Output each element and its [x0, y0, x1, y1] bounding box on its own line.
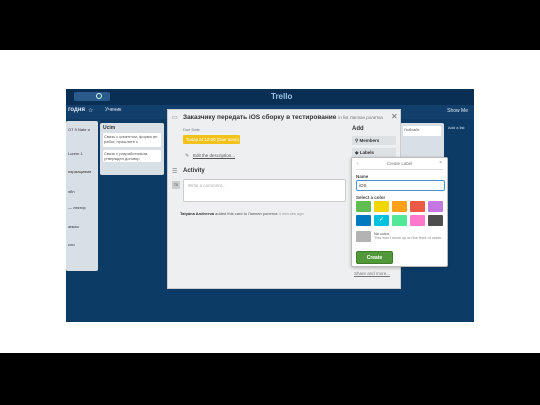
members-button[interactable]: ⚲ Members [352, 136, 396, 145]
no-color-swatch[interactable] [356, 231, 371, 242]
close-icon[interactable]: × [439, 160, 442, 166]
board-title[interactable]: годня [68, 107, 85, 113]
search-icon[interactable] [96, 93, 102, 99]
list-card[interactable]: Связь с клиентом, форма ин работ, прошли… [103, 133, 161, 147]
list-card[interactable]: Лобсайт [403, 126, 441, 136]
top-bar: Trello [66, 89, 474, 105]
search-input[interactable] [74, 92, 110, 101]
list-item[interactable]: эбн [68, 189, 98, 194]
feed-time[interactable]: 4 minutes ago [279, 211, 304, 216]
list-item[interactable]: анкая [68, 224, 98, 229]
select-color-label: Select a color [356, 195, 386, 200]
list-item[interactable]: — лектор [68, 205, 98, 210]
add-heading: Add [352, 126, 364, 132]
due-date-label: Due Date [183, 127, 200, 132]
feed-action: added this card to Лаппан ролетка [215, 211, 278, 216]
list-ucim: Ucim Связь с клиентом, форма ин работ, п… [100, 123, 164, 175]
color-swatch[interactable] [410, 215, 425, 226]
card-title[interactable]: Заказчику передать iOS сборку в тестиров… [183, 114, 383, 121]
members-button-label: Members [359, 138, 380, 143]
label-name-input[interactable] [356, 180, 445, 191]
edit-description-link[interactable]: Edit the description... [193, 153, 235, 158]
list-item[interactable]: пармациями [68, 169, 98, 174]
no-color-description: This won't show up on the front of cards… [374, 236, 443, 240]
card-icon: ▭ [172, 115, 178, 121]
list-item[interactable]: Lorem 1 [68, 151, 98, 156]
color-swatch[interactable] [428, 201, 443, 212]
feed-user[interactable]: Tatyana Andreeva [180, 211, 214, 216]
board-team[interactable]: Ученик [105, 107, 121, 113]
list-left: ОТ 9 Nate и Lorem 1 пармациями эбн — лек… [66, 121, 98, 271]
avatar[interactable]: TA [172, 181, 180, 189]
card-list-ref[interactable]: in list Лаппан ролетка [338, 115, 383, 120]
app-logo[interactable]: Trello [271, 92, 292, 101]
labels-button[interactable]: ◈ Labels [352, 148, 396, 157]
color-swatch[interactable] [374, 201, 389, 212]
comment-input[interactable]: Write a comment... [183, 179, 346, 202]
labels-button-label: Labels [359, 150, 374, 155]
share-and-more-link[interactable]: Share and more... [354, 271, 390, 276]
color-swatch[interactable] [428, 215, 443, 226]
show-menu-link[interactable]: Show Me [447, 108, 468, 114]
popover-title: Create Label [386, 161, 413, 166]
card-title-text[interactable]: Заказчику передать iOS сборку в тестиров… [183, 114, 336, 121]
color-swatch[interactable] [392, 201, 407, 212]
list-item[interactable]: ОТ 9 Nate и [68, 127, 98, 132]
name-label: Name [356, 174, 369, 179]
list-title[interactable]: Ucim [103, 125, 115, 131]
activity-icon: ☰ [172, 169, 178, 175]
star-icon[interactable]: ☆ [88, 107, 93, 114]
list-item[interactable]: сли [68, 242, 98, 247]
add-list-link[interactable]: Add a list [448, 125, 464, 130]
letterbox-top [0, 0, 540, 50]
activity-heading: Activity [183, 168, 205, 174]
color-swatch[interactable] [410, 201, 425, 212]
close-icon[interactable]: ✕ [391, 112, 398, 121]
color-swatch[interactable]: ✓ [374, 215, 389, 226]
divider [356, 169, 443, 170]
due-date-badge[interactable]: Today at 12:00 (Due soon) [183, 135, 240, 144]
create-button[interactable]: Create [356, 251, 393, 264]
create-label-popover: ‹ Create Label × Name Select a color ✓ N… [351, 157, 448, 267]
color-swatch[interactable] [392, 215, 407, 226]
color-swatch[interactable] [356, 201, 371, 212]
color-swatch[interactable] [356, 215, 371, 226]
activity-feed-item: Tatyana Andreeva added this card to Лапп… [180, 211, 304, 216]
letterbox-bottom [0, 353, 540, 405]
list-card[interactable]: Связь с разработчиком, утвержден договор [103, 150, 161, 162]
pencil-icon: ✎ [185, 153, 190, 159]
